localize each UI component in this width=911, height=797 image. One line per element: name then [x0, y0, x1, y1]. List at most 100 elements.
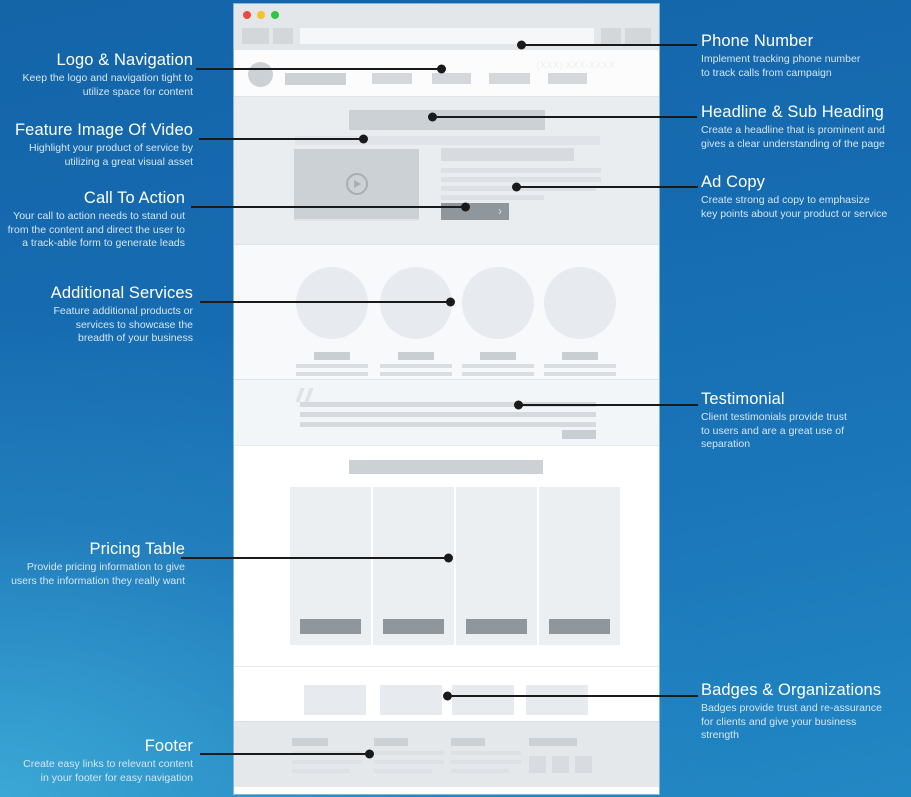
service-text-line: [296, 364, 368, 368]
annotation-body: Implement tracking phone number to track…: [701, 53, 861, 79]
service-item[interactable]: [296, 267, 368, 384]
browser-action-button[interactable]: [601, 28, 621, 44]
annotation-feature-image-video: Feature Image Of Video Highlight your pr…: [0, 120, 193, 169]
leader-knob: [444, 553, 453, 563]
annotation-body: Keep the logo and navigation tight to ut…: [22, 72, 193, 98]
pricing-buy-button[interactable]: [300, 619, 361, 634]
play-icon[interactable]: [345, 173, 368, 195]
service-title-placeholder: [480, 352, 516, 360]
nav-item-4[interactable]: [548, 73, 587, 84]
footer-column-social: [529, 738, 601, 746]
badge-item[interactable]: [304, 685, 366, 715]
leader-line-headline: [428, 112, 697, 122]
footer-column-title: [374, 738, 408, 746]
pricing-column[interactable]: [539, 487, 620, 645]
annotation-call-to-action: Call To Action Your call to action needs…: [0, 188, 185, 251]
footer-link[interactable]: [374, 769, 432, 773]
service-text-line: [380, 372, 452, 376]
testimonial-text-line: [300, 412, 596, 417]
annotation-badges-organizations: Badges & Organizations Badges provide tr…: [701, 680, 911, 743]
hero-section: ›: [234, 96, 659, 244]
nav-item-2[interactable]: [432, 73, 471, 84]
site-navigation: (XXX) XXX-XXXX: [234, 50, 659, 96]
annotation-logo-navigation: Logo & Navigation Keep the logo and navi…: [0, 50, 193, 99]
footer-column: [292, 738, 364, 773]
leader-knob: [359, 134, 368, 144]
service-text-line: [544, 364, 616, 368]
service-item[interactable]: [462, 267, 534, 384]
footer-link[interactable]: [451, 769, 509, 773]
pricing-buy-button[interactable]: [549, 619, 610, 634]
additional-services-section: [234, 244, 659, 384]
annotation-body: Provide pricing information to give user…: [11, 561, 185, 587]
footer-link[interactable]: [292, 760, 362, 764]
annotation-title: Testimonial: [701, 390, 785, 408]
annotation-body: Client testimonials provide trust to use…: [701, 411, 847, 451]
leader-line-testimonial: [514, 400, 698, 410]
nav-item-3[interactable]: [489, 73, 530, 84]
service-text-line: [544, 372, 616, 376]
browser-menu-button[interactable]: [625, 28, 651, 44]
annotation-title: Headline & Sub Heading: [701, 103, 884, 121]
badge-item[interactable]: [452, 685, 514, 715]
footer-link[interactable]: [374, 760, 444, 764]
service-text-line: [296, 372, 368, 376]
social-icon[interactable]: [575, 756, 592, 773]
social-icon[interactable]: [529, 756, 546, 773]
annotation-title: Ad Copy: [701, 173, 765, 191]
annotation-footer: Footer Create easy links to relevant con…: [0, 736, 193, 785]
window-close-button[interactable]: [243, 11, 251, 19]
service-title-placeholder: [562, 352, 598, 360]
service-icon-circle: [544, 267, 616, 339]
nav-item-1[interactable]: [372, 73, 412, 84]
footer-column-title: [451, 738, 485, 746]
annotation-body: Your call to action needs to stand out f…: [7, 210, 185, 250]
social-icon[interactable]: [552, 756, 569, 773]
leader-knob: [365, 749, 374, 759]
leader-knob: [428, 112, 437, 122]
browser-address-bar[interactable]: [300, 28, 594, 44]
pricing-column-featured[interactable]: [456, 487, 537, 645]
leader-line-logo-navigation: [196, 64, 446, 74]
pricing-buy-button[interactable]: [466, 619, 527, 634]
logo-mark[interactable]: [248, 62, 273, 87]
tracking-phone-number[interactable]: (XXX) XXX-XXXX: [536, 60, 615, 70]
badge-item[interactable]: [526, 685, 588, 715]
hero-copy-line: [441, 168, 601, 173]
browser-window-mockup: (XXX) XXX-XXXX ›: [233, 3, 660, 795]
badge-item[interactable]: [380, 685, 442, 715]
leader-knob: [514, 400, 523, 410]
testimonial-text-line: [300, 422, 596, 427]
hero-copy-heading-placeholder: [441, 148, 574, 161]
pricing-column[interactable]: [290, 487, 371, 645]
annotation-body: Badges provide trust and re-assurance fo…: [701, 702, 882, 742]
hero-video-thumbnail[interactable]: [294, 149, 419, 219]
leader-knob: [461, 202, 470, 212]
footer-link[interactable]: [451, 760, 521, 764]
browser-forward-button[interactable]: [273, 28, 293, 44]
footer-link[interactable]: [292, 769, 350, 773]
service-title-placeholder: [398, 352, 434, 360]
annotation-testimonial: Testimonial Client testimonials provide …: [701, 389, 911, 452]
testimonial-section: [234, 379, 659, 445]
pricing-buy-button[interactable]: [383, 619, 444, 634]
footer-link[interactable]: [451, 751, 521, 755]
annotation-body: Feature additional products or services …: [53, 305, 194, 345]
annotation-title: Additional Services: [50, 284, 193, 302]
footer-link[interactable]: [374, 751, 444, 755]
service-text-line: [462, 372, 534, 376]
footer-column: [374, 738, 446, 773]
browser-back-button[interactable]: [242, 28, 269, 44]
service-item[interactable]: [544, 267, 616, 384]
pricing-column[interactable]: [373, 487, 454, 645]
annotation-ad-copy: Ad Copy Create strong ad copy to emphasi…: [701, 172, 911, 221]
service-icon-circle: [462, 267, 534, 339]
annotation-title: Pricing Table: [89, 540, 185, 558]
leader-line-ad-copy: [512, 182, 698, 192]
service-item[interactable]: [380, 267, 452, 384]
window-maximize-button[interactable]: [271, 11, 279, 19]
play-triangle: [354, 180, 361, 188]
logo-wordmark[interactable]: [285, 73, 346, 85]
window-minimize-button[interactable]: [257, 11, 265, 19]
service-text-line: [462, 364, 534, 368]
